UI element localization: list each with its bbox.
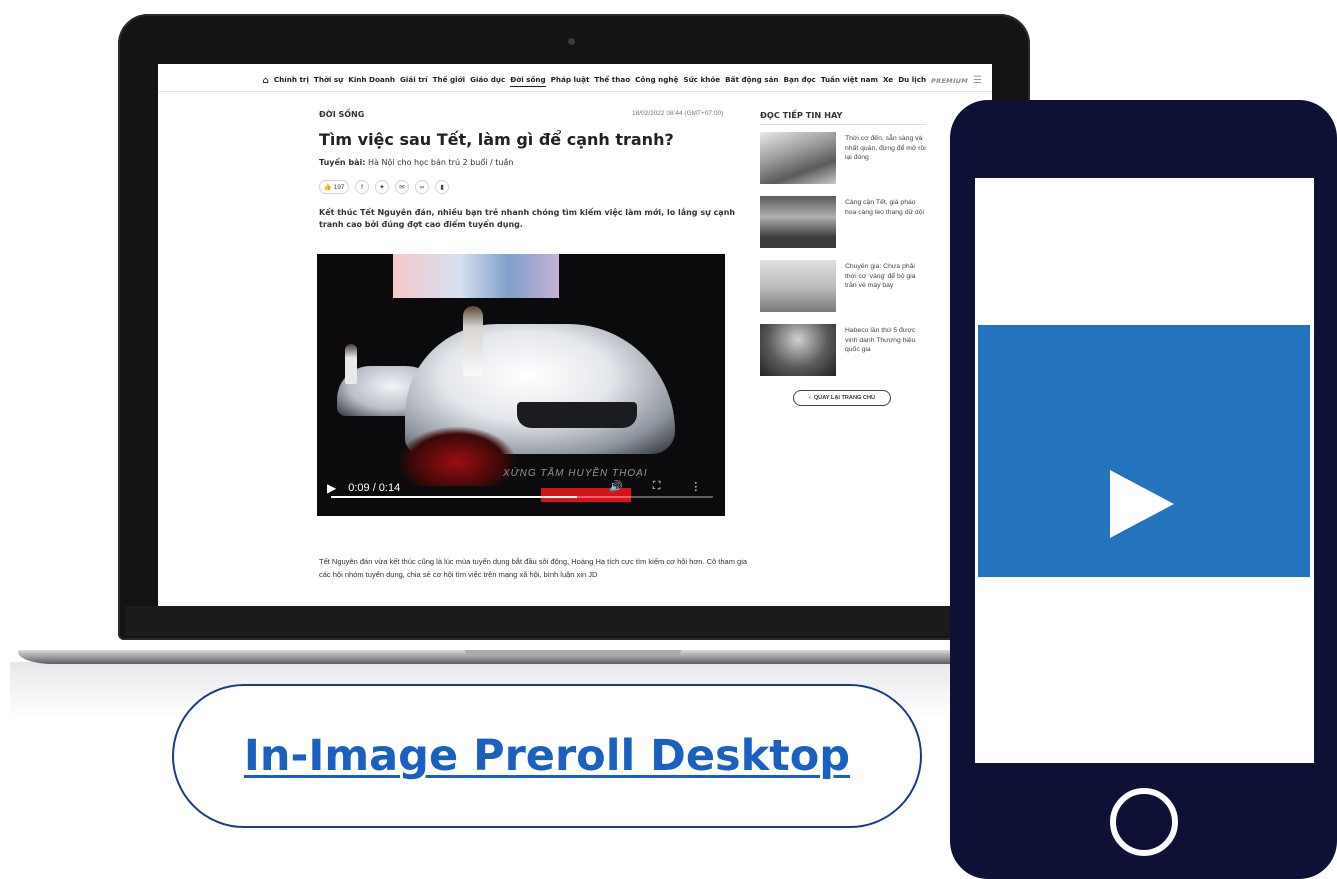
sidebar-item-text: Thời cơ đến, sẵn sàng và nhất quán, đừng… bbox=[845, 135, 926, 162]
caption-link[interactable]: In-Image Preroll Desktop bbox=[244, 731, 850, 781]
sidebar-item-text: Càng cận Tết, giá pháo hoa càng leo than… bbox=[845, 199, 925, 216]
thumbs-up-icon: 👍 bbox=[323, 184, 332, 191]
caption-box: In-Image Preroll Desktop bbox=[172, 684, 922, 828]
nav-item[interactable]: Thể thao bbox=[594, 75, 630, 87]
twitter-icon: ✦ bbox=[379, 184, 385, 191]
nav-item[interactable]: Đời sống bbox=[510, 75, 546, 87]
sidebar-item[interactable]: Chuyên gia: Chưa phải thời cơ 'vàng' để … bbox=[760, 260, 926, 314]
like-count: 197 bbox=[333, 183, 345, 191]
bookmark-icon: ▮ bbox=[440, 184, 444, 191]
phone-video-player[interactable] bbox=[978, 325, 1310, 577]
home-icon[interactable]: ⌂ bbox=[262, 76, 268, 86]
article-series[interactable]: Tuyến bài: Hà Nội cho học bán trú 2 buổi… bbox=[319, 158, 513, 167]
nav-item[interactable]: Công nghệ bbox=[635, 75, 678, 87]
camera-icon bbox=[568, 38, 575, 45]
play-icon[interactable]: ▶ bbox=[327, 481, 336, 495]
sidebar-item[interactable]: Habeco lần thứ 5 được vinh danh Thương h… bbox=[760, 324, 926, 378]
more-options-icon[interactable]: ⋮ bbox=[690, 480, 701, 493]
mail-icon: ✉ bbox=[399, 184, 405, 191]
nav-item[interactable]: Sức khỏe bbox=[683, 75, 720, 87]
nav-item[interactable]: Giải trí bbox=[400, 75, 428, 87]
laptop-screen: ⌂ Chính trị Thời sự Kinh Doanh Giải trí Thế … bbox=[158, 64, 992, 606]
nav-item[interactable]: Xe bbox=[883, 75, 893, 87]
play-icon[interactable] bbox=[1110, 470, 1174, 538]
video-frame-person bbox=[345, 344, 357, 384]
sidebar-title: ĐỌC TIẾP TIN HAY bbox=[760, 110, 926, 125]
copy-link-button[interactable]: ∞ bbox=[415, 180, 429, 194]
sidebar-thumbnail bbox=[760, 196, 836, 248]
nav-item[interactable]: Kinh Doanh bbox=[348, 75, 395, 87]
video-frame-car-grille bbox=[517, 402, 637, 428]
video-right-controls: 🔊 ⛶ ⋮ bbox=[609, 480, 701, 493]
sidebar-thumbnail bbox=[760, 260, 836, 312]
nav-item[interactable]: Giáo dục bbox=[470, 75, 505, 87]
article-category[interactable]: ĐỜI SỐNG bbox=[319, 110, 364, 119]
video-progress-bar[interactable] bbox=[331, 496, 713, 498]
facebook-icon: f bbox=[361, 183, 363, 191]
nav-item[interactable]: Bất động sản bbox=[725, 75, 778, 87]
sidebar-thumbnail bbox=[760, 132, 836, 184]
hamburger-menu-icon[interactable]: ☰ bbox=[973, 75, 982, 86]
sidebar-thumbnail bbox=[760, 324, 836, 376]
nav-item[interactable]: Thời sự bbox=[314, 75, 343, 87]
volume-icon[interactable]: 🔊 bbox=[609, 480, 623, 493]
laptop-bezel bbox=[125, 606, 1023, 636]
nav-item[interactable]: Du lịch bbox=[898, 75, 926, 87]
series-text: Hà Nội cho học bán trú 2 buổi / tuần bbox=[368, 158, 514, 167]
article-date: 18/02/2022 08:44 (GMT+07:00) bbox=[632, 110, 724, 117]
laptop-notch bbox=[465, 650, 681, 656]
video-frame-led-screen bbox=[393, 254, 559, 298]
nav-item[interactable]: Tuần việt nam bbox=[821, 75, 878, 87]
video-player[interactable]: XỨNG TẦM HUYỀN THOẠI ▶ 0:09 / 0:14 🔊 ⛶ ⋮ bbox=[317, 254, 725, 516]
video-time: 0:09 / 0:14 bbox=[348, 482, 401, 494]
link-icon: ∞ bbox=[419, 183, 425, 191]
home-button-icon[interactable] bbox=[1110, 788, 1178, 856]
premium-link[interactable]: PREMIUM bbox=[931, 77, 968, 85]
top-navigation: ⌂ Chính trị Thời sự Kinh Doanh Giải trí Thế … bbox=[158, 70, 992, 92]
facebook-share-button[interactable]: f bbox=[355, 180, 369, 194]
like-button[interactable]: 👍 197 bbox=[319, 180, 349, 194]
series-label: Tuyến bài: bbox=[319, 158, 366, 167]
video-controls: ▶ 0:09 / 0:14 🔊 ⛶ ⋮ bbox=[317, 478, 725, 498]
bookmark-button[interactable]: ▮ bbox=[435, 180, 449, 194]
fullscreen-icon[interactable]: ⛶ bbox=[653, 480, 661, 493]
back-to-home-button[interactable]: ‹ QUAY LẠI TRANG CHỦ bbox=[793, 390, 891, 406]
nav-item[interactable]: Chính trị bbox=[274, 75, 309, 87]
sidebar-item-text: Habeco lần thứ 5 được vinh danh Thương h… bbox=[845, 327, 916, 354]
email-share-button[interactable]: ✉ bbox=[395, 180, 409, 194]
sidebar-item-text: Chuyên gia: Chưa phải thời cơ 'vàng' để … bbox=[845, 263, 916, 290]
chevron-left-icon: ‹ bbox=[808, 395, 811, 401]
twitter-share-button[interactable]: ✦ bbox=[375, 180, 389, 194]
video-frame-person bbox=[463, 306, 483, 376]
nav-item[interactable]: Bạn đọc bbox=[784, 75, 816, 87]
article-lead: Kết thúc Tết Nguyên đán, nhiều bạn trẻ n… bbox=[319, 208, 736, 229]
back-home-label: QUAY LẠI TRANG CHỦ bbox=[813, 395, 876, 401]
article-body: Tết Nguyên đán vừa kết thúc cũng là lúc … bbox=[319, 557, 748, 579]
video-progress-fill bbox=[331, 496, 577, 498]
nav-item[interactable]: Pháp luật bbox=[551, 75, 590, 87]
sidebar-item[interactable]: Càng cận Tết, giá pháo hoa càng leo than… bbox=[760, 196, 926, 250]
share-bar: 👍 197 f ✦ ✉ ∞ ▮ bbox=[319, 180, 449, 194]
article-title: Tìm việc sau Tết, làm gì để cạnh tranh? bbox=[319, 130, 674, 149]
nav-items: Chính trị Thời sự Kinh Doanh Giải trí Thế gi… bbox=[274, 75, 926, 87]
nav-item[interactable]: Thế giới bbox=[433, 75, 465, 87]
sidebar-item[interactable]: Thời cơ đến, sẵn sàng và nhất quán, đừng… bbox=[760, 132, 926, 186]
video-frame-motorbike bbox=[397, 426, 517, 486]
